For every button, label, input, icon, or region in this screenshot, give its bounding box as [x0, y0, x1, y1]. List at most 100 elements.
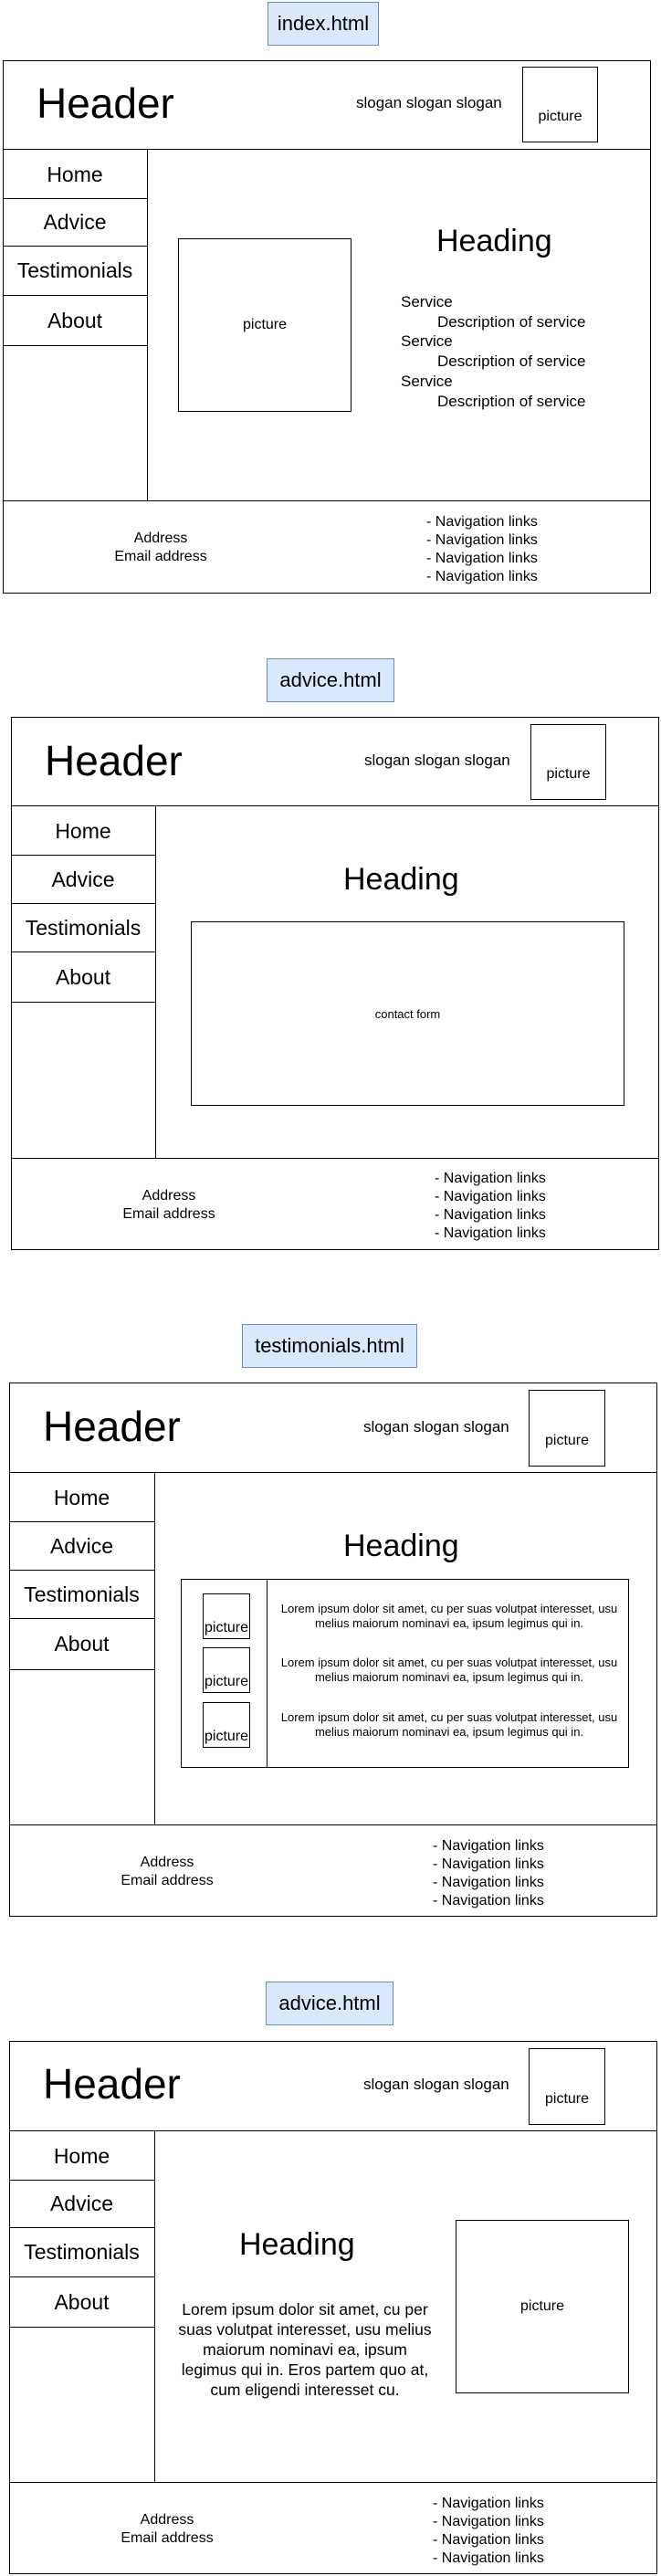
footer-nav-link[interactable]: - Navigation links	[433, 2513, 544, 2531]
footer-nav-link[interactable]: - Navigation links	[426, 550, 538, 568]
picture-label: picture	[242, 317, 288, 332]
footer-nav-link[interactable]: - Navigation links	[433, 1837, 544, 1856]
footer-email: Email address	[121, 2530, 214, 2546]
nav-item-testimonials[interactable]: Testimonials	[9, 1571, 154, 1619]
content-picture: picture	[456, 2220, 629, 2393]
footer-nav-link[interactable]: - Navigation links	[433, 2495, 544, 2513]
header-text: Header	[43, 1403, 181, 1450]
footer-nav-link[interactable]: - Navigation links	[435, 1206, 546, 1225]
nav-item-about[interactable]: About	[9, 2277, 154, 2328]
header-text: Header	[43, 2060, 181, 2108]
body-text: Lorem ipsum dolor sit amet, cu per suas …	[178, 2300, 432, 2399]
footer-nav-link[interactable]: - Navigation links	[435, 1225, 546, 1243]
nav-item-advice[interactable]: Advice	[9, 1522, 154, 1571]
testimonial-text: Lorem ipsum dolor sit amet, cu per suas …	[280, 1656, 618, 1684]
nav-item-advice[interactable]: Advice	[3, 199, 147, 247]
footer-contact: Address Email address	[88, 530, 234, 566]
page-title-tag: advice.html	[267, 658, 394, 702]
header-text: Header	[45, 737, 183, 784]
header-divider	[11, 805, 659, 806]
nav-item-about[interactable]: About	[3, 296, 147, 346]
content-heading: Heading	[343, 862, 459, 897]
nav-item-about[interactable]: About	[11, 952, 155, 1003]
footer-contact: Address Email address	[94, 1854, 240, 1890]
picture-label: picture	[519, 2298, 565, 2314]
service-description: Description of service	[437, 352, 586, 371]
slogan: slogan slogan slogan	[363, 1418, 509, 1435]
footer-address: Address	[142, 1188, 196, 1204]
footer-nav-link[interactable]: - Navigation links	[433, 2531, 544, 2550]
footer-nav-link[interactable]: - Navigation links	[426, 513, 538, 531]
footer-divider	[9, 2482, 657, 2483]
footer-address: Address	[133, 531, 188, 546]
content-heading: Heading	[436, 224, 552, 258]
content-picture: picture	[178, 238, 351, 412]
testimonial-text: Lorem ipsum dolor sit amet, cu per suas …	[280, 1602, 618, 1630]
nav-item-home[interactable]: Home	[9, 1475, 154, 1522]
footer-nav-link[interactable]: - Navigation links	[433, 1856, 544, 1874]
service-label: Service	[401, 332, 453, 351]
header-picture: picture	[529, 2048, 605, 2125]
footer-email: Email address	[121, 1873, 214, 1888]
testimonial-picture: picture	[203, 1702, 250, 1748]
footer-nav-link[interactable]: - Navigation links	[435, 1170, 546, 1188]
picture-label: picture	[204, 1674, 249, 1689]
nav-item-testimonials[interactable]: Testimonials	[11, 904, 155, 952]
slogan: slogan slogan slogan	[364, 752, 510, 769]
header-picture: picture	[530, 724, 606, 800]
footer-divider	[3, 500, 651, 501]
footer-nav-link[interactable]: - Navigation links	[426, 568, 538, 586]
picture-label: picture	[546, 766, 591, 782]
header-text: Header	[37, 79, 174, 127]
footer-nav-link[interactable]: - Navigation links	[433, 1892, 544, 1910]
nav-item-testimonials[interactable]: Testimonials	[3, 247, 147, 296]
header-divider	[3, 149, 651, 150]
sidebar-divider	[147, 149, 148, 500]
header-picture: picture	[529, 1390, 605, 1467]
footer-email: Email address	[114, 549, 207, 564]
service-label: Service	[401, 293, 453, 310]
footer-nav-link[interactable]: - Navigation links	[426, 531, 538, 550]
header-divider	[9, 1472, 657, 1473]
footer-email: Email address	[122, 1206, 215, 1222]
footer-nav-link[interactable]: - Navigation links	[433, 2550, 544, 2568]
nav-item-about[interactable]: About	[9, 1619, 154, 1670]
testimonials-panel-divider	[267, 1579, 268, 1768]
picture-label: picture	[544, 2091, 590, 2107]
page-title-tag: index.html	[268, 2, 379, 46]
content-heading: Heading	[343, 1529, 459, 1563]
service-label: Service	[401, 372, 453, 390]
sidebar-divider	[154, 1472, 155, 1824]
footer-nav-links: - Navigation links - Navigation links - …	[433, 1837, 544, 1910]
page-title-tag: testimonials.html	[242, 1324, 417, 1368]
contact-form[interactable]: contact form	[191, 921, 624, 1106]
picture-label: picture	[544, 1433, 590, 1448]
sidebar-divider	[154, 2130, 155, 2482]
nav-item-testimonials[interactable]: Testimonials	[9, 2228, 154, 2277]
nav-item-advice[interactable]: Advice	[11, 856, 155, 904]
contact-form-label: contact form	[374, 1006, 441, 1021]
footer-divider	[11, 1158, 659, 1159]
page-title-tag: advice.html	[266, 1982, 393, 2025]
nav-item-advice[interactable]: Advice	[9, 2181, 154, 2228]
footer-nav-link[interactable]: - Navigation links	[435, 1188, 546, 1206]
picture-label: picture	[204, 1729, 249, 1744]
nav-item-home[interactable]: Home	[3, 152, 147, 199]
footer-contact: Address Email address	[94, 2511, 240, 2548]
picture-label: picture	[204, 1620, 249, 1635]
slogan: slogan slogan slogan	[356, 94, 502, 111]
nav-item-home[interactable]: Home	[9, 2133, 154, 2181]
header-divider	[9, 2130, 657, 2131]
picture-label: picture	[538, 109, 582, 124]
footer-address: Address	[140, 2512, 194, 2528]
footer-nav-links: - Navigation links - Navigation links - …	[426, 513, 538, 586]
testimonial-picture: picture	[203, 1593, 250, 1639]
footer-divider	[9, 1824, 657, 1825]
testimonial-text: Lorem ipsum dolor sit amet, cu per suas …	[280, 1710, 618, 1739]
services-list: Service Description of service Service D…	[401, 292, 586, 411]
footer-address: Address	[140, 1855, 194, 1870]
nav-item-home[interactable]: Home	[11, 808, 155, 856]
footer-nav-links: - Navigation links - Navigation links - …	[433, 2495, 544, 2568]
footer-nav-link[interactable]: - Navigation links	[433, 1874, 544, 1892]
header-picture: picture	[522, 67, 598, 142]
